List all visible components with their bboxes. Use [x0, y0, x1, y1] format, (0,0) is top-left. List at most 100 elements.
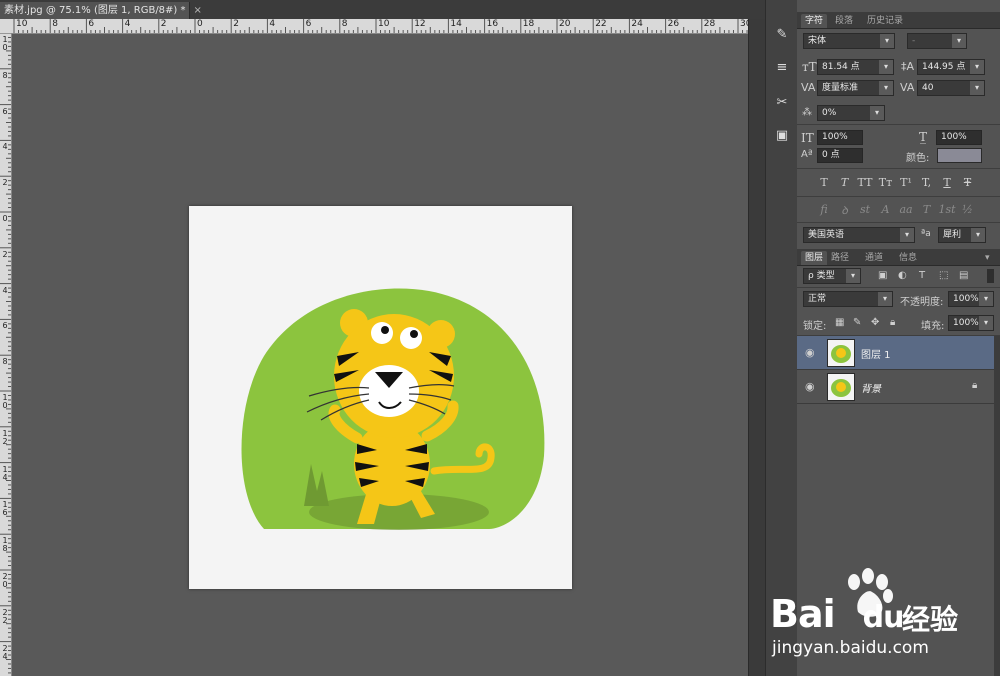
- tab-paths[interactable]: 路径: [827, 251, 853, 265]
- character-panel-tabs: 字符 段落 历史记录: [797, 12, 1000, 29]
- filter-toggle[interactable]: [987, 269, 994, 283]
- opentype-button[interactable]: T: [918, 203, 936, 216]
- blend-mode-select[interactable]: 正常 ▾: [803, 291, 893, 307]
- tab-layers[interactable]: 图层: [801, 251, 828, 265]
- type-style-button[interactable]: T: [836, 176, 854, 189]
- ruler-label: 10: [2, 393, 8, 410]
- baidu-brand: Bai du: [770, 592, 904, 636]
- tab-character[interactable]: 字符: [801, 14, 828, 28]
- layer-row-layer1[interactable]: ◉ 图层 1: [797, 336, 994, 370]
- text-color-swatch[interactable]: [937, 148, 982, 163]
- opentype-button[interactable]: ½: [959, 203, 977, 216]
- type-style-button[interactable]: T¹: [897, 176, 915, 189]
- tools-icon[interactable]: ✂: [770, 90, 794, 114]
- ruler-label: 10: [2, 35, 8, 52]
- type-style-button[interactable]: TT: [856, 176, 874, 189]
- close-tab-icon[interactable]: ×: [194, 5, 202, 16]
- blend-mode-value: 正常: [808, 294, 827, 304]
- ruler-label: 0: [2, 214, 8, 223]
- tab-paragraph[interactable]: 段落: [831, 14, 857, 28]
- leading-value: 144.95 点: [922, 62, 966, 72]
- chevron-down-icon: ▾: [952, 34, 966, 48]
- ruler-label: 12: [2, 428, 8, 446]
- tab-info[interactable]: 信息: [895, 251, 921, 265]
- fill-field[interactable]: 100% ▾: [948, 315, 994, 331]
- tracking-select[interactable]: 40 ▾: [917, 80, 985, 96]
- type-filter-icon[interactable]: T: [919, 270, 925, 281]
- horizontal-scale-field[interactable]: 100%: [936, 130, 982, 145]
- chevron-down-icon: ▾: [846, 269, 860, 283]
- tab-history[interactable]: 历史记录: [863, 14, 907, 28]
- panel-menu-icon[interactable]: ▾: [985, 251, 990, 265]
- type-style-button[interactable]: T: [938, 176, 956, 189]
- language-select[interactable]: 美国英语 ▾: [803, 227, 915, 243]
- font-style-select[interactable]: - ▾: [907, 33, 967, 49]
- ruler-label: 8: [2, 357, 8, 367]
- eye-icon[interactable]: ◉: [805, 380, 815, 393]
- type-style-button[interactable]: T,: [918, 176, 936, 189]
- vertical-scale-icon: IT: [801, 131, 814, 145]
- opentype-button[interactable]: st: [856, 203, 874, 216]
- layer-filter-select[interactable]: ρ 类型 ▾: [803, 268, 861, 284]
- antialias-select[interactable]: 犀利 ▾: [938, 227, 986, 243]
- horizontal-ruler[interactable]: 108642024681012141618202224262830: [0, 19, 748, 34]
- font-size-value: 81.54 点: [822, 62, 860, 72]
- leading-icon: ‡A: [901, 60, 915, 73]
- document-canvas[interactable]: [189, 206, 572, 589]
- chevron-down-icon: ▾: [979, 316, 993, 330]
- ruler-label: 2: [2, 249, 8, 259]
- vertical-scale-field[interactable]: 100%: [817, 130, 863, 145]
- opacity-label: 不透明度:: [900, 297, 944, 308]
- lock-transparent-icon[interactable]: ▦: [835, 317, 844, 328]
- divider: [797, 196, 1000, 197]
- eye-icon[interactable]: ◉: [805, 346, 815, 359]
- chevron-down-icon: ▾: [879, 60, 893, 74]
- ruler-label: 8: [52, 19, 58, 29]
- layer-name[interactable]: 背景: [861, 380, 881, 395]
- clone-source-icon[interactable]: ▣: [770, 123, 794, 147]
- ruler-label: 10: [16, 19, 28, 29]
- tsume-select[interactable]: 0% ▾: [817, 105, 885, 121]
- opentype-button[interactable]: A: [877, 203, 895, 216]
- jingyan-label: 经验: [902, 603, 959, 636]
- ruler-label: 2: [160, 19, 167, 29]
- opentype-button[interactable]: fi: [815, 203, 833, 216]
- type-style-button[interactable]: Tт: [877, 176, 895, 189]
- baseline-shift-icon: Aª: [801, 149, 813, 160]
- opentype-button[interactable]: aa: [897, 203, 915, 216]
- lock-all-icon[interactable]: 🔒︎: [890, 317, 895, 328]
- ruler-label: 2: [233, 19, 239, 29]
- kerning-select[interactable]: 度量标准 ▾: [817, 80, 894, 96]
- layer-name[interactable]: 图层 1: [861, 346, 891, 361]
- vertical-ruler[interactable]: 10 8 6 4 2 0 2 4 6 8 10 12 14 16 18 20 22 24: [0, 33, 12, 676]
- lock-position-icon[interactable]: ✥: [871, 317, 879, 328]
- lock-image-icon[interactable]: ✎: [853, 317, 861, 328]
- fill-label: 填充:: [921, 321, 945, 332]
- vertical-scrollbar[interactable]: [748, 19, 765, 676]
- document-tab[interactable]: 素材.jpg @ 75.1% (图层 1, RGB/8#) * ×: [0, 2, 202, 19]
- font-size-select[interactable]: 81.54 点 ▾: [817, 59, 894, 75]
- opentype-button[interactable]: ꝺ: [836, 203, 854, 218]
- opacity-field[interactable]: 100% ▾: [948, 291, 994, 307]
- chevron-down-icon: ▾: [970, 81, 984, 95]
- adjustment-filter-icon[interactable]: ◐: [898, 270, 907, 281]
- layer-thumbnail: [827, 339, 855, 367]
- divider: [797, 124, 1000, 125]
- brush-presets-icon[interactable]: ✎: [770, 22, 794, 46]
- opentype-button[interactable]: 1st: [938, 203, 956, 216]
- type-style-button[interactable]: T: [815, 176, 833, 189]
- pixel-filter-icon[interactable]: ▣: [878, 270, 887, 281]
- shape-filter-icon[interactable]: ⬚: [939, 270, 948, 281]
- kerning-icon: VA: [801, 81, 816, 94]
- smart-object-filter-icon[interactable]: ▤: [959, 270, 968, 281]
- type-style-button[interactable]: Ŧ: [959, 176, 977, 189]
- align-icon[interactable]: ≡: [770, 55, 794, 79]
- divider: [797, 287, 1000, 288]
- divider: [797, 222, 1000, 223]
- font-family-select[interactable]: 宋体 ▾: [803, 33, 895, 49]
- layer-row-background[interactable]: ◉ 背景 🔒︎: [797, 370, 994, 404]
- leading-select[interactable]: 144.95 点 ▾: [917, 59, 985, 75]
- baseline-shift-field[interactable]: 0 点: [817, 148, 863, 163]
- tab-channels[interactable]: 通道: [861, 251, 887, 265]
- chevron-down-icon: ▾: [879, 81, 893, 95]
